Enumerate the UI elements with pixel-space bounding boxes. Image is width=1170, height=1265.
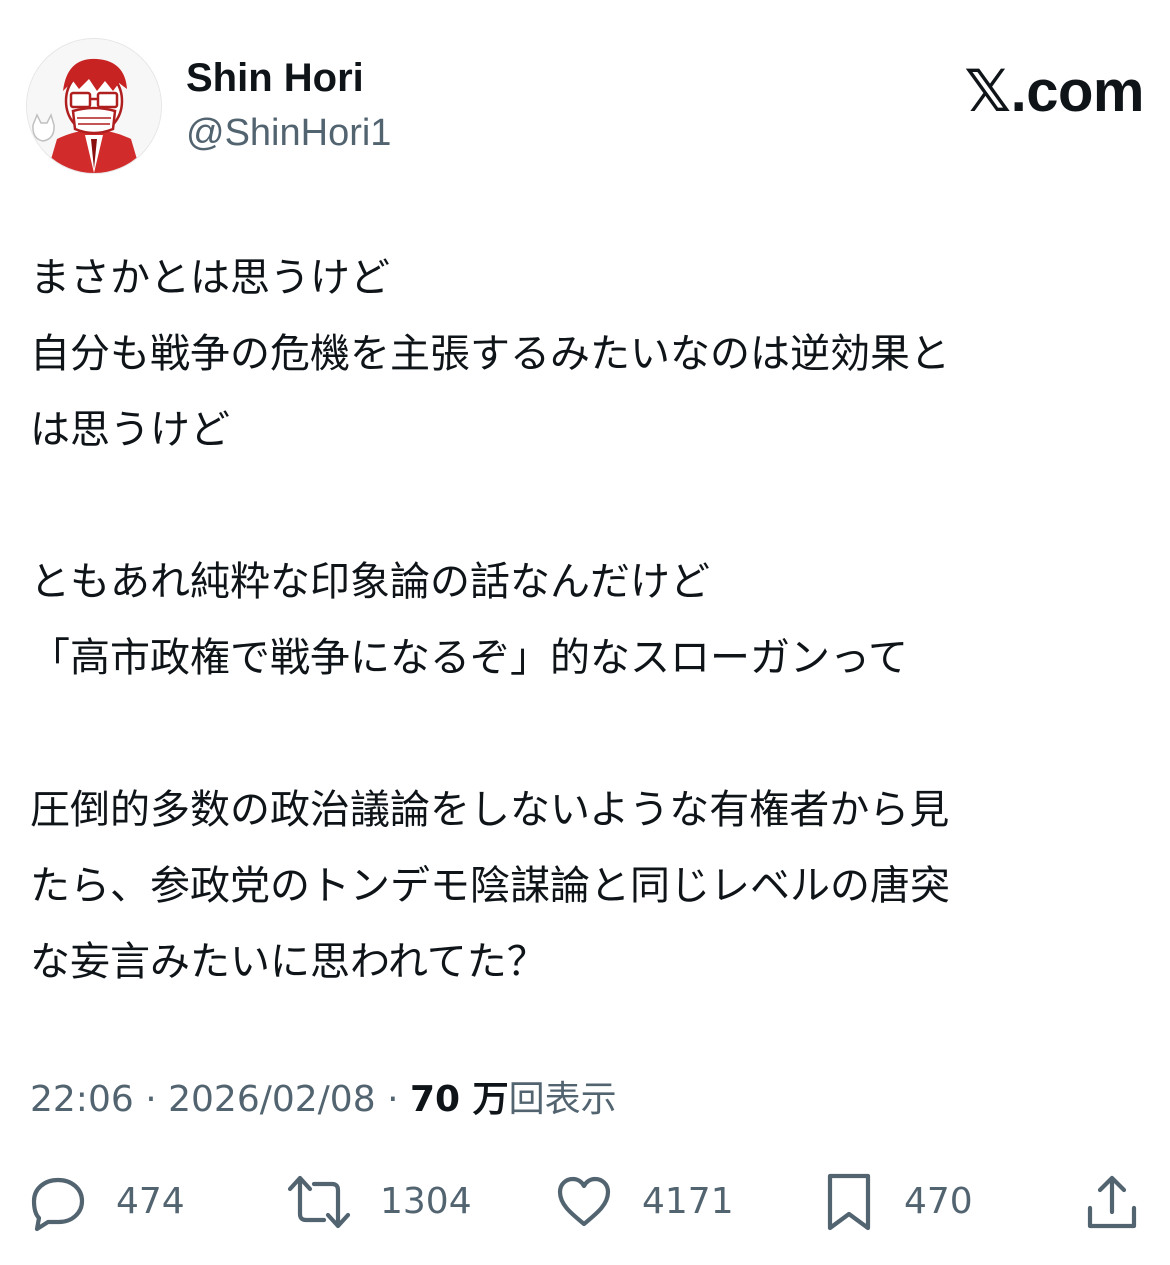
meta-separator: ·: [387, 1079, 399, 1120]
tweet-date[interactable]: 2026/02/08: [168, 1079, 376, 1120]
tweet-line: たら、参政党のトンデモ陰謀論と同じレベルの唐突: [30, 863, 950, 909]
meta-separator: ·: [145, 1079, 157, 1120]
tweet-line: な妄言みたいに思われてた？: [30, 939, 547, 985]
tweet-header: Shin Hori @ShinHori1 𝕏.com: [26, 38, 1145, 174]
like-count: 4171: [642, 1181, 734, 1222]
x-logo-icon: 𝕏: [964, 57, 1011, 125]
views-label: 回表示: [508, 1079, 617, 1120]
tweet-line: まさかとは思うけど: [30, 255, 390, 301]
tweet-time[interactable]: 22:06: [30, 1079, 134, 1120]
tweet-paragraph: 圧倒的多数の政治議論をしないような有権者から見 たら、参政党のトンデモ陰謀論と同…: [30, 772, 1140, 1000]
author-names: Shin Hori @ShinHori1: [186, 54, 391, 158]
like-icon: [557, 1176, 611, 1227]
tweet-meta: 22:06 · 2026/02/08 · 70 万回表示: [30, 1076, 617, 1124]
tweet-text: まさかとは思うけど 自分も戦争の危機を主張するみたいなのは逆効果と は思うけど …: [30, 240, 1140, 1000]
bookmark-count: 470: [904, 1181, 973, 1222]
tweet-line: ともあれ純粋な印象論の話なんだけど: [30, 559, 710, 605]
tweet-line: 圧倒的多数の政治議論をしないような有権者から見: [30, 787, 950, 833]
tweet-paragraph: ともあれ純粋な印象論の話なんだけど 「高市政権で戦争になるぞ」的なスローガンって: [30, 544, 1140, 696]
bookmark-icon: [827, 1173, 871, 1231]
tweet-line: 自分も戦争の危機を主張するみたいなのは逆効果と: [30, 331, 950, 377]
repost-count: 1304: [380, 1181, 472, 1222]
share-icon: [1087, 1175, 1137, 1229]
bookmark-button[interactable]: 470: [822, 1170, 973, 1234]
tweet-paragraph: まさかとは思うけど 自分も戦争の危機を主張するみたいなのは逆効果と は思うけど: [30, 240, 1140, 468]
repost-button[interactable]: 1304: [286, 1170, 472, 1234]
repost-icon: [287, 1175, 351, 1229]
avatar[interactable]: [26, 38, 162, 174]
avatar-illustration: [27, 39, 161, 173]
author-display-name[interactable]: Shin Hori: [186, 54, 391, 102]
like-button[interactable]: 4171: [554, 1170, 734, 1234]
tweet-line: 「高市政権で戦争になるぞ」的なスローガンって: [30, 635, 908, 681]
x-com-logo: 𝕏.com: [964, 58, 1144, 125]
reply-icon: [31, 1177, 85, 1232]
action-bar: 474 1304 4171 470: [28, 1170, 1143, 1234]
reply-count: 474: [116, 1181, 185, 1222]
reply-button[interactable]: 474: [28, 1170, 185, 1234]
brand-suffix: .com: [1010, 59, 1145, 124]
views-count: 70 万: [409, 1079, 509, 1120]
author-handle[interactable]: @ShinHori1: [186, 108, 391, 158]
tweet-line: は思うけど: [30, 407, 230, 453]
share-button[interactable]: [1084, 1170, 1140, 1234]
